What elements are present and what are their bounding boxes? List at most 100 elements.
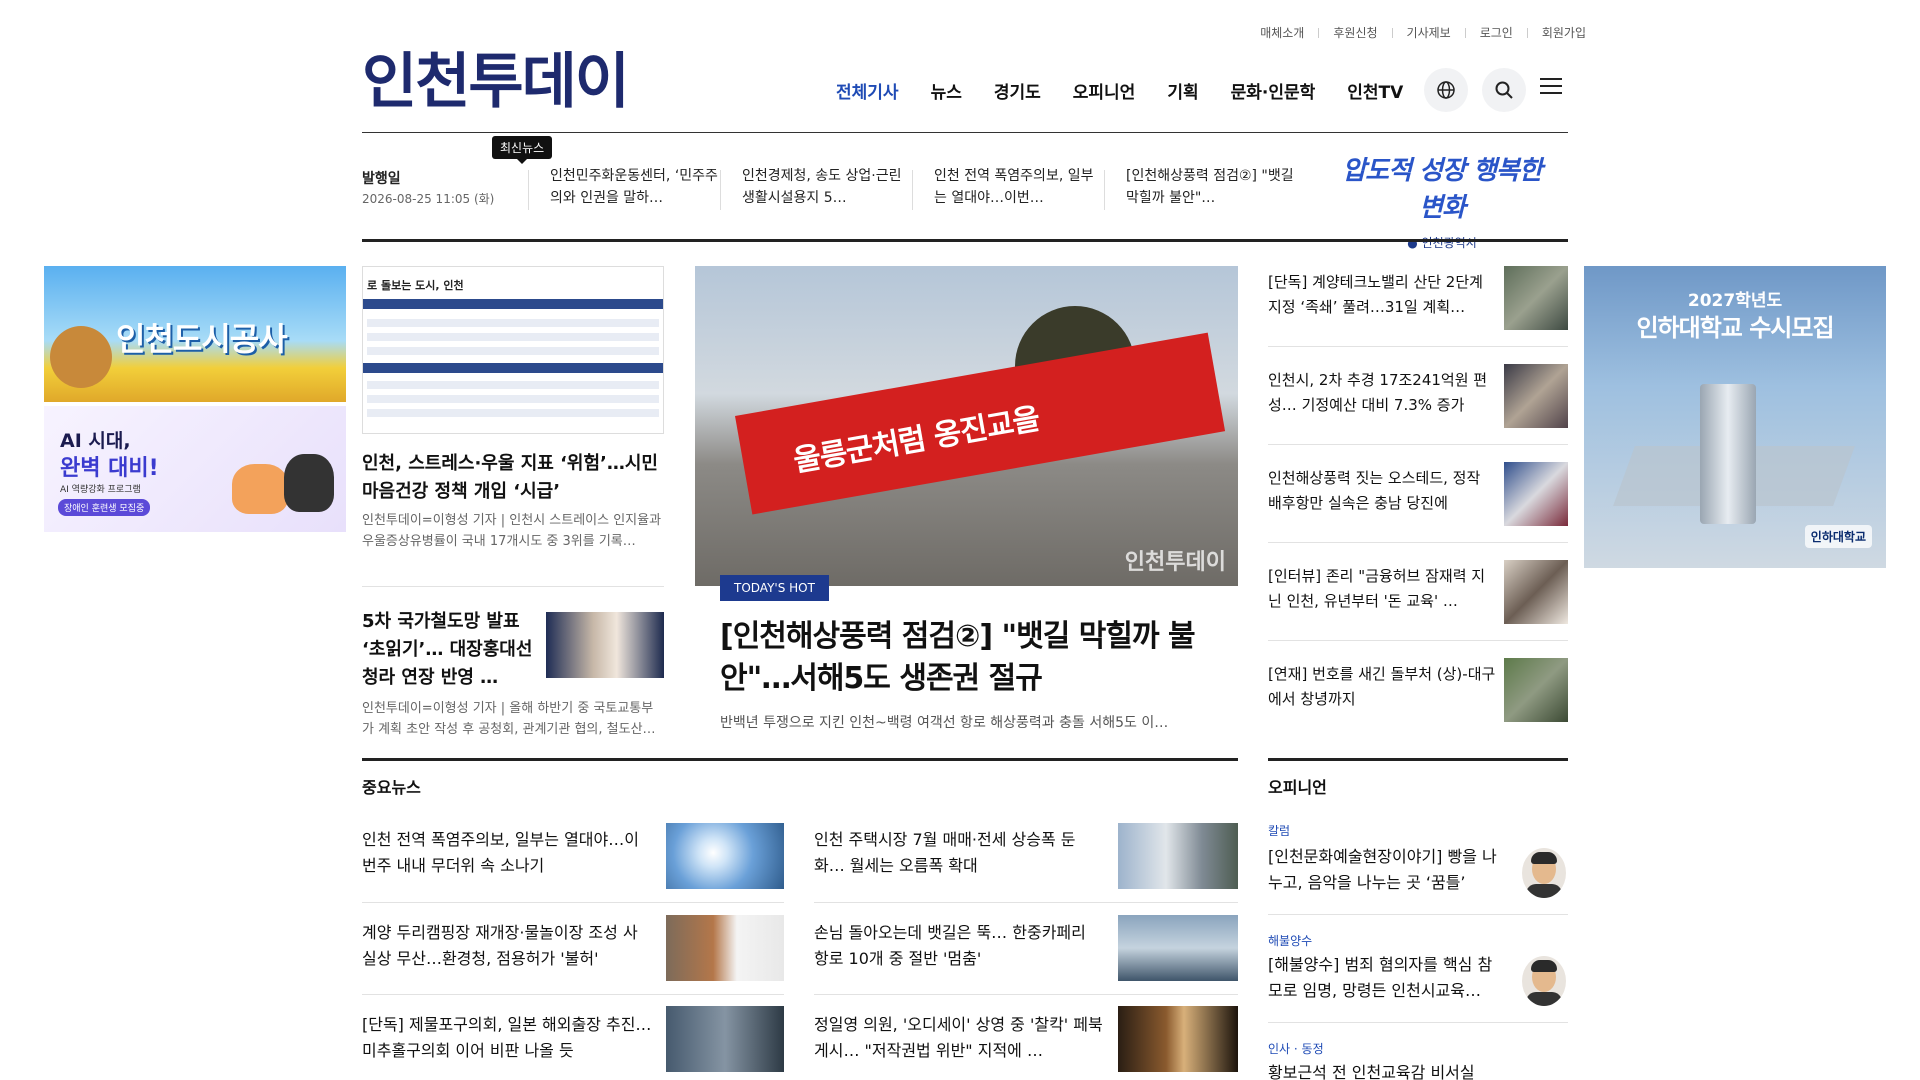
article-title[interactable]: 인천, 스트레스·우울 지표 ‘위험’…시민 마음건강 정책 개입 ‘시급’ <box>362 450 664 506</box>
language-button[interactable] <box>1424 68 1468 112</box>
header-divider <box>362 132 1568 133</box>
cat-illustration <box>232 464 288 514</box>
ticker-item[interactable]: [인천해상풍력 점검②] "뱃길 막힐까 불안"… <box>1126 165 1296 209</box>
section-divider <box>362 239 1568 242</box>
inha-university-banner[interactable]: 2027학년도 인하대학교 수시모집 인하대학교 <box>1584 266 1886 568</box>
important-news-item[interactable]: 인천 주택시장 7월 매매·전세 상승폭 둔화… 월세는 오름폭 확대 <box>814 827 1104 879</box>
ticker-item[interactable]: 인천 전역 폭염주의보, 일부는 열대야…이번… <box>934 165 1104 209</box>
nav-gyeonggi[interactable]: 경기도 <box>994 78 1041 103</box>
watermark: 인천투데이 <box>1124 550 1226 575</box>
divider <box>1318 27 1320 38</box>
protest-banner: 울릉군처럼 옹진교을 <box>735 332 1226 515</box>
divider <box>1268 1022 1568 1023</box>
site-logo[interactable]: 인천투데이 <box>362 52 630 112</box>
divider <box>362 994 784 995</box>
side-article[interactable]: [단독] 계양테크노밸리 산단 2단계 지정 ‘족쇄’ 풀려…31일 계획… <box>1268 270 1498 320</box>
divider <box>1268 444 1568 445</box>
ai-banner-line4: 장애인 훈련생 모집중 <box>58 499 151 516</box>
main-nav: 전체기사 뉴스 경기도 오피니언 기획 문화·인문학 인천TV <box>836 78 1435 103</box>
slogan-text: 압도적 성장 행복한 변화 <box>1342 156 1542 223</box>
util-link-about[interactable]: 매체소개 <box>1260 24 1304 41</box>
slogan-org: ● 인천광역시 <box>1407 236 1477 250</box>
divider <box>720 170 721 210</box>
divider <box>528 170 529 210</box>
section-divider <box>362 758 1238 761</box>
ih-banner[interactable]: 인천도시공사 <box>44 266 346 402</box>
util-link-login[interactable]: 로그인 <box>1480 24 1513 41</box>
divider <box>1268 346 1568 347</box>
nav-incheon-tv[interactable]: 인천TV <box>1347 78 1403 103</box>
article-thumbnail[interactable] <box>1504 266 1568 330</box>
ai-training-banner[interactable]: AI 시대, 완벽 대비! AI 역량강화 프로그램 장애인 훈련생 모집중 <box>44 406 346 532</box>
hamburger-icon <box>1540 78 1562 80</box>
important-news-item[interactable]: 손님 돌아오는데 뱃길은 뚝… 한중카페리 항로 10개 중 절반 '멈춤' <box>814 920 1104 972</box>
incheon-city-slogan-banner[interactable]: 압도적 성장 행복한 변화 ● 인천광역시 <box>1334 150 1550 251</box>
side-article[interactable]: 인천해상풍력 짓는 오스테드, 정작 배후항만 실속은 충남 당진에 <box>1268 466 1498 516</box>
util-link-signup[interactable]: 회원가입 <box>1542 24 1586 41</box>
divider <box>1268 640 1568 641</box>
article-thumbnail[interactable] <box>1118 915 1238 981</box>
divider <box>1268 542 1568 543</box>
opinion-article[interactable]: 황보근석 전 인천교육감 비서실 <box>1268 1060 1500 1080</box>
important-news-item[interactable]: 계양 두리캠핑장 재개장·물놀이장 조성 사실상 무산…환경청, 점용허가 '불… <box>362 920 652 972</box>
article-thumbnail[interactable] <box>666 823 784 889</box>
nav-news[interactable]: 뉴스 <box>931 78 962 103</box>
divider <box>814 994 1238 995</box>
divider <box>1464 27 1466 38</box>
important-news-item[interactable]: 인천 전역 폭염주의보, 일부는 열대야…이번주 내내 무더위 속 소나기 <box>362 827 652 879</box>
side-article[interactable]: [인터뷰] 존리 "금융허브 잠재력 지닌 인천, 유년부터 '돈 교육' … <box>1268 564 1498 614</box>
ticker-item[interactable]: 인천민주화운동센터, ‘민주주의와 인권을 말하… <box>550 165 720 209</box>
side-article[interactable]: 인천시, 2차 추경 17조241억원 편성… 기정예산 대비 7.3% 증가 <box>1268 368 1498 418</box>
article-thumbnail[interactable] <box>1504 462 1568 526</box>
article-thumbnail[interactable] <box>1118 1006 1238 1072</box>
utility-links: 매체소개 후원신청 기사제보 로그인 회원가입 <box>1260 24 1586 41</box>
opinion-article[interactable]: [해불양수] 범죄 혐의자를 핵심 참모로 임명, 망령든 인천시교육… <box>1268 952 1500 1004</box>
important-news-item[interactable]: 정일영 의원, '오디세이' 상영 중 '찰칵' 페북 게시… "저작권법 위반… <box>814 1012 1104 1064</box>
section-divider <box>1268 758 1568 761</box>
article-thumbnail[interactable] <box>1504 560 1568 624</box>
article-thumbnail[interactable] <box>666 1006 784 1072</box>
divider <box>1268 914 1568 915</box>
util-link-report[interactable]: 기사제보 <box>1407 24 1451 41</box>
ai-banner-line2: 완벽 대비! <box>60 456 159 481</box>
inha-logo-text: 인하대학교 <box>1804 525 1872 548</box>
article-thumbnail[interactable] <box>666 915 784 981</box>
important-news-item[interactable]: [단독] 제물포구의회, 일본 해외출장 추진… 미추홀구의회 이어 비판 나올… <box>362 1012 652 1064</box>
search-button[interactable] <box>1482 68 1526 112</box>
side-article[interactable]: [연재] 번호를 새긴 돌부처 (상)-대구에서 창녕까지 <box>1268 662 1498 712</box>
article-title[interactable]: 5차 국가철도망 발표 ‘초읽기’… 대장홍대선 청라 연장 반영 … <box>362 608 540 692</box>
hot-article-summary: 반백년 투쟁으로 지킨 인천~백령 여객선 항로 해상풍력과 충돌 서해5도 이… <box>720 715 1169 731</box>
opinion-article[interactable]: [인천문화예술현장이야기] 빵을 나누고, 음악을 나누는 곳 ‘꿈틀’ <box>1268 844 1500 896</box>
important-news-title: 중요뉴스 <box>362 778 421 797</box>
article-thumbnail[interactable] <box>1504 658 1568 722</box>
cat-illustration <box>284 454 334 512</box>
publish-label: 발행일 <box>362 171 401 187</box>
hot-article-image[interactable]: 울릉군처럼 옹진교을 인천투데이 <box>695 266 1238 586</box>
article-thumbnail[interactable] <box>1118 823 1238 889</box>
ai-banner-line1: AI 시대, <box>60 430 131 452</box>
util-link-donate[interactable]: 후원신청 <box>1333 24 1377 41</box>
menu-button[interactable] <box>1540 78 1562 98</box>
building-illustration <box>1700 384 1756 524</box>
nav-opinion[interactable]: 오피니언 <box>1073 78 1136 103</box>
nav-culture[interactable]: 문화·인문학 <box>1231 78 1316 103</box>
nav-special[interactable]: 기획 <box>1167 78 1198 103</box>
hot-article-title[interactable]: [인천해상풍력 점검②] "뱃길 막힐까 불안"…서해5도 생존권 절규 <box>720 616 1220 700</box>
divider <box>1391 27 1393 38</box>
mascot-illustration <box>50 326 112 388</box>
ticker-item[interactable]: 인천경제청, 송도 상업·근린생활시설용지 5… <box>742 165 912 209</box>
nav-all-articles[interactable]: 전체기사 <box>836 78 899 103</box>
article-summary: 인천투데이=이형성 기자 | 올해 하반기 중 국토교통부가 계획 초안 작성 … <box>362 701 656 737</box>
divider <box>362 902 784 903</box>
opinion-category: 칼럼 <box>1268 824 1291 838</box>
article-thumbnail[interactable] <box>1504 364 1568 428</box>
columnist-avatar <box>1522 956 1566 1006</box>
article-thumbnail[interactable] <box>546 612 664 678</box>
todays-hot-badge: TODAY'S HOT <box>720 575 829 601</box>
opinion-category: 인사 · 동정 <box>1268 1042 1324 1056</box>
article-image-document[interactable]: 로 돌보는 도시, 인천 <box>362 266 664 434</box>
divider <box>912 170 913 210</box>
search-icon <box>1495 81 1513 99</box>
latest-news-badge: 최신뉴스 <box>492 136 553 164</box>
globe-icon <box>1437 81 1455 99</box>
